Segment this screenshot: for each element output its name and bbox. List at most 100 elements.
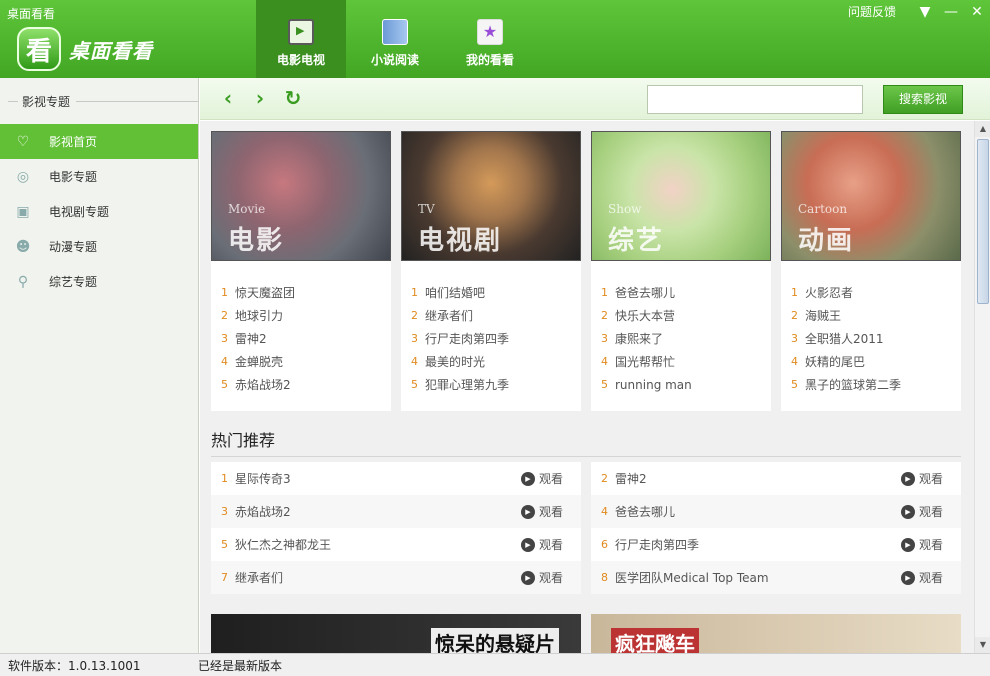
play-icon: ▶ [520,504,535,519]
tab-label: 我的看看 [465,53,514,67]
hot-item-title: 狄仁杰之神都龙王 [235,538,332,552]
app-logo: 看 桌面看看 [17,27,153,71]
watch-button[interactable]: ▶ 观看 [520,536,563,553]
list-item[interactable]: 1 火影忍者 [781,281,961,304]
back-icon[interactable]: ‹ [216,86,240,110]
sidebar-item-label: 动漫专题 [49,240,98,254]
vertical-scrollbar[interactable]: ▲ ▼ [974,121,990,653]
list-item[interactable]: 5 犯罪心理第九季 [401,373,581,396]
watch-button[interactable]: ▶ 观看 [520,503,563,520]
list-item[interactable]: 3 行尸走肉第四季 [401,327,581,350]
item-title: 犯罪心理第九季 [425,378,510,392]
forward-icon[interactable]: › [248,86,272,110]
watch-button[interactable]: ▶ 观看 [520,569,563,586]
sidebar-title: 影视专题 [22,94,71,109]
watch-button[interactable]: ▶ 观看 [900,569,943,586]
list-item[interactable]: 3 雷神2 [211,327,391,350]
sidebar-item-tv[interactable]: ▣ 电视剧专题 [0,194,198,229]
ranking-list: 1 火影忍者 2 海贼王 3 全职猎人2011 4 妖精的尾巴 5 黑子的篮球第二季 [781,281,961,396]
poster-chinese-label: 综艺 [608,226,665,256]
item-title: 地球引力 [235,309,284,323]
minimize-icon[interactable]: — [938,4,964,20]
toolbar: ‹ › ↻ 搜索影视 [200,78,990,120]
list-item[interactable]: 3 全职猎人2011 [781,327,961,350]
list-item[interactable]: 4 妖精的尾巴 [781,350,961,373]
list-item[interactable]: 2 继承者们 [401,304,581,327]
promo-banner[interactable]: 惊呆的悬疑片 [211,614,581,653]
list-item[interactable]: 1 爸爸去哪儿 [591,281,771,304]
hot-item[interactable]: 8 医学团队Medical Top Team ▶ 观看 [591,561,961,594]
category-poster[interactable]: Movie 电影 [211,131,391,261]
poster-english-label: Cartoon [798,202,848,216]
item-title: 赤焰战场2 [235,378,291,392]
promo-banner[interactable]: 疯狂飚车 [591,614,961,653]
list-item[interactable]: 5 赤焰战场2 [211,373,391,396]
list-item[interactable]: 4 金蝉脱壳 [211,350,391,373]
scroll-thumb[interactable] [977,139,989,304]
scroll-up-icon[interactable]: ▲ [975,121,990,137]
menu-dropdown-icon[interactable]: ▼ [912,4,938,20]
feedback-link[interactable]: 问题反馈 [848,3,896,20]
list-item[interactable]: 5 running man [591,373,771,396]
list-item[interactable]: 5 黑子的篮球第二季 [781,373,961,396]
hot-item[interactable]: 2 雷神2 ▶ 观看 [591,462,961,495]
scroll-down-icon[interactable]: ▼ [975,637,990,653]
film-icon [288,19,314,45]
list-item[interactable]: 3 康熙来了 [591,327,771,350]
tab-label: 电影电视 [276,53,325,67]
sidebar-item-home[interactable]: ♡ 影视首页 [0,124,198,159]
poster-chinese-label: 动画 [798,226,855,256]
item-title: 康熙来了 [615,332,664,346]
item-title: 爸爸去哪儿 [615,286,676,300]
hot-item-title: 继承者们 [235,571,284,585]
category-card-movie: Movie 电影 1 惊天魔盗团 2 地球引力 3 雷神2 4 金蝉脱壳 5 赤焰战场2 [211,131,391,411]
list-item[interactable]: 4 最美的时光 [401,350,581,373]
window-controls: 问题反馈 ▼ — ✕ [848,3,990,20]
hot-item[interactable]: 5 狄仁杰之神都龙王 ▶ 观看 [211,528,581,561]
window-title: 桌面看看 [7,7,56,21]
poster-chinese-label: 电视剧 [418,226,503,256]
item-title: 全职猎人2011 [805,332,884,346]
category-poster[interactable]: Show 综艺 [591,131,771,261]
watch-button[interactable]: ▶ 观看 [900,536,943,553]
tab-novel-reading[interactable]: 小说阅读 [350,0,440,78]
category-poster[interactable]: Cartoon 动画 [781,131,961,261]
ranking-list: 1 惊天魔盗团 2 地球引力 3 雷神2 4 金蝉脱壳 5 赤焰战场2 [211,281,391,396]
logo-text: 桌面看看 [69,38,153,63]
sidebar-item-anime[interactable]: ☻ 动漫专题 [0,229,198,264]
search-button[interactable]: 搜索影视 [883,85,963,114]
list-item[interactable]: 2 海贼王 [781,304,961,327]
list-item[interactable]: 1 惊天魔盗团 [211,281,391,304]
divider [8,100,18,102]
hot-item[interactable]: 7 继承者们 ▶ 观看 [211,561,581,594]
watch-button[interactable]: ▶ 观看 [900,503,943,520]
hot-item[interactable]: 6 行尸走肉第四季 ▶ 观看 [591,528,961,561]
list-item[interactable]: 2 快乐大本营 [591,304,771,327]
search-input[interactable] [647,85,863,114]
hot-item[interactable]: 3 赤焰战场2 ▶ 观看 [211,495,581,528]
sidebar-item-movies[interactable]: ◎ 电影专题 [0,159,198,194]
hot-item-title: 爸爸去哪儿 [615,505,676,519]
tab-my-kankan[interactable]: ★ 我的看看 [445,0,535,78]
category-card-tv: TV 电视剧 1 咱们结婚吧 2 继承者们 3 行尸走肉第四季 4 最美的时光 5 犯罪心… [401,131,581,411]
cartoon-icon: ☻ [15,238,31,255]
item-title: 快乐大本营 [615,309,676,323]
item-title: 海贼王 [805,309,842,323]
poster-chinese-label: 电影 [228,226,285,256]
film-reel-icon: ◎ [16,168,30,185]
list-item[interactable]: 1 咱们结婚吧 [401,281,581,304]
tab-movies-tv[interactable]: 电影电视 [256,0,346,78]
star-icon: ★ [477,19,503,45]
update-status-text: 已经是最新版本 [198,658,283,673]
sidebar-item-variety[interactable]: ⚲ 综艺专题 [0,264,198,299]
close-icon[interactable]: ✕ [964,4,990,20]
book-icon [382,19,408,45]
hot-item[interactable]: 4 爸爸去哪儿 ▶ 观看 [591,495,961,528]
category-poster[interactable]: TV 电视剧 [401,131,581,261]
watch-button[interactable]: ▶ 观看 [900,470,943,487]
hot-item[interactable]: 1 星际传奇3 ▶ 观看 [211,462,581,495]
list-item[interactable]: 2 地球引力 [211,304,391,327]
list-item[interactable]: 4 国光帮帮忙 [591,350,771,373]
watch-button[interactable]: ▶ 观看 [520,470,563,487]
refresh-icon[interactable]: ↻ [281,86,305,110]
